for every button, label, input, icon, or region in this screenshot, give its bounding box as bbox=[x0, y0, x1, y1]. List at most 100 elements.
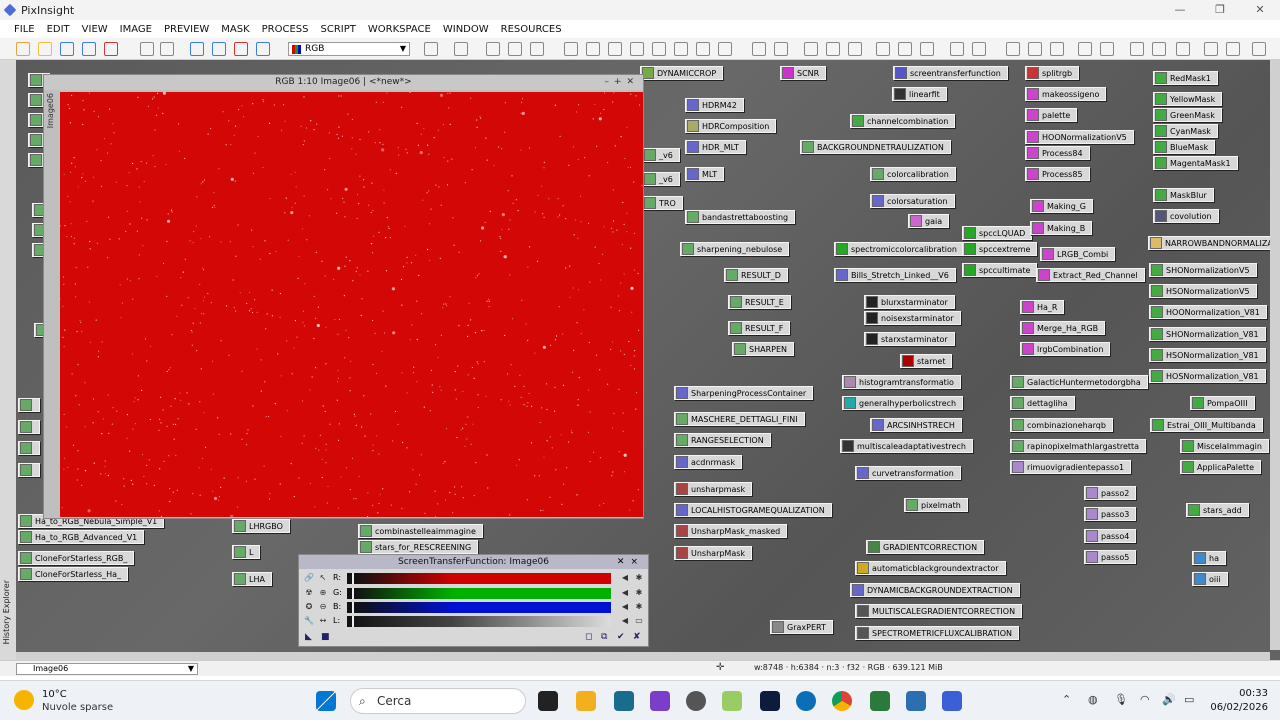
process-icon[interactable]: SHARPEN bbox=[732, 342, 794, 356]
process-icon[interactable]: SCNR bbox=[780, 66, 827, 80]
process-icon[interactable]: MagentaMask1 bbox=[1153, 156, 1238, 170]
side-explorer-strip[interactable]: History Explorer bbox=[0, 60, 16, 660]
process-icon[interactable]: HSONormalization_V81 bbox=[1149, 348, 1266, 362]
global-apply-icon[interactable]: ■ bbox=[321, 632, 330, 642]
process-icon[interactable]: sharpening_nebulose bbox=[680, 242, 790, 256]
process-icon[interactable]: DYNAMICCROP bbox=[640, 66, 724, 80]
toolbar-tool-icon[interactable] bbox=[212, 42, 226, 56]
stf-dialog-controls[interactable]: ✕× bbox=[617, 555, 644, 569]
process-icon[interactable]: colorcalibration bbox=[870, 167, 956, 181]
toolbar-tool-icon[interactable] bbox=[1028, 42, 1042, 56]
menu-resources[interactable]: RESOURCES bbox=[501, 24, 562, 35]
toolbar-tool-icon[interactable] bbox=[696, 42, 710, 56]
stf-row-r[interactable]: R: bbox=[333, 573, 611, 585]
stf-row-g[interactable]: G: bbox=[333, 588, 611, 600]
process-icon[interactable]: RANGESELECTION bbox=[674, 433, 771, 447]
process-icon[interactable]: HSONormalizationV5 bbox=[1149, 284, 1257, 298]
stf-midtone-marker[interactable] bbox=[352, 573, 354, 584]
process-icon[interactable]: SHONormalizationV5 bbox=[1149, 263, 1257, 277]
toolbar-tool-icon[interactable] bbox=[60, 42, 74, 56]
process-icon[interactable]: stars_add bbox=[1186, 503, 1249, 517]
horizontal-scrollbar[interactable] bbox=[16, 652, 1270, 660]
toolbar-tool-icon[interactable] bbox=[1176, 42, 1190, 56]
process-icon[interactable]: linearfit bbox=[892, 87, 947, 101]
toolbar-tool-icon[interactable] bbox=[718, 42, 732, 56]
process-icon[interactable]: unsharpmask bbox=[674, 482, 753, 496]
process-icon[interactable]: Making_G bbox=[1030, 199, 1094, 213]
process-icon[interactable]: CloneForStarless_RGB_ bbox=[18, 551, 135, 565]
process-icon[interactable]: passo4 bbox=[1084, 529, 1137, 543]
toolbar-tool-icon[interactable] bbox=[674, 42, 688, 56]
windows-start-icon[interactable] bbox=[316, 691, 336, 711]
reset-g-icon[interactable]: ◀ bbox=[619, 588, 631, 600]
reset-r-icon[interactable]: ◀ bbox=[619, 573, 631, 585]
settings-r-icon[interactable]: ✱ bbox=[633, 573, 645, 585]
process-icon[interactable]: UnsharpMask_masked bbox=[674, 524, 788, 538]
process-icon[interactable]: palette bbox=[1025, 108, 1078, 122]
maximize-icon[interactable]: ❐ bbox=[1200, 0, 1240, 20]
affinity-icon[interactable] bbox=[650, 691, 670, 711]
process-icon[interactable]: acdnrmask bbox=[674, 455, 743, 469]
stf-bar-g[interactable] bbox=[347, 588, 611, 599]
toolbar-tool-icon[interactable] bbox=[16, 42, 30, 56]
process-icon[interactable]: combinastelleaimmagine bbox=[358, 524, 483, 538]
process-icon[interactable]: LHRGBO bbox=[232, 519, 290, 533]
process-icon[interactable]: Ha_to_RGB_Advanced_V1 bbox=[18, 530, 145, 544]
process-icon[interactable]: spccLQUAD bbox=[962, 226, 1033, 240]
process-icon[interactable]: noisexstarminator bbox=[864, 311, 961, 325]
process-icon[interactable]: generalhyperbolicstrech bbox=[842, 396, 964, 410]
track-view-icon[interactable]: ✪ bbox=[303, 602, 315, 614]
menu-process[interactable]: PROCESS bbox=[262, 24, 309, 35]
toolbar-tool-icon[interactable] bbox=[826, 42, 840, 56]
toolbar-tool-icon[interactable] bbox=[160, 42, 174, 56]
edit-pointer-icon[interactable]: ↖ bbox=[317, 573, 329, 585]
process-icon[interactable]: Process84 bbox=[1025, 146, 1090, 160]
process-icon[interactable]: gaia bbox=[908, 214, 950, 228]
minimize-icon[interactable]: — bbox=[1160, 0, 1200, 20]
app-icon-5[interactable] bbox=[870, 691, 890, 711]
toolbar-tool-icon[interactable] bbox=[1252, 42, 1266, 56]
process-icon[interactable]: Bills_Stretch_Linked__V6 bbox=[834, 268, 956, 282]
process-icon-partial[interactable] bbox=[18, 420, 40, 434]
process-icon[interactable]: ApplicaPalette bbox=[1180, 460, 1262, 474]
history-explorer-tab[interactable]: History Explorer bbox=[2, 580, 11, 644]
process-icon[interactable]: Extract_Red_Channel bbox=[1036, 268, 1145, 282]
toolbar-tool-icon[interactable] bbox=[752, 42, 766, 56]
process-icon[interactable]: bandastrettaboosting bbox=[685, 210, 796, 224]
process-icon[interactable]: MaskBlur bbox=[1153, 188, 1214, 202]
process-icon[interactable]: PompaOIII bbox=[1190, 396, 1255, 410]
process-icon[interactable]: MULTISCALEGRADIENTCORRECTION bbox=[855, 604, 1023, 618]
process-icon[interactable]: RESULT_F bbox=[728, 321, 791, 335]
toolbar-tool-icon[interactable] bbox=[1204, 42, 1218, 56]
process-icon[interactable]: HOONormalization_V81 bbox=[1149, 305, 1267, 319]
toolbar-tool-icon[interactable] bbox=[586, 42, 600, 56]
weather-temperature[interactable]: 10°C bbox=[42, 689, 67, 700]
process-icon[interactable]: MLT bbox=[685, 167, 725, 181]
process-icon[interactable]: ha bbox=[1192, 551, 1226, 565]
cancel-x-icon[interactable]: ✘ bbox=[633, 632, 641, 642]
toolbar-tool-icon[interactable] bbox=[486, 42, 500, 56]
process-icon[interactable]: GreenMask bbox=[1153, 108, 1222, 122]
zoom-in-icon[interactable]: ⊕ bbox=[317, 588, 329, 600]
process-icon[interactable]: Estrai_OIII_Multibanda bbox=[1150, 418, 1263, 432]
real-time-preview-icon[interactable]: ⧉ bbox=[601, 632, 607, 642]
toolbar-tool-icon[interactable] bbox=[972, 42, 986, 56]
process-icon[interactable]: passo2 bbox=[1084, 486, 1137, 500]
process-icon[interactable]: CloneForStarless_Ha_ bbox=[18, 567, 128, 581]
process-icon[interactable]: RedMask1 bbox=[1153, 71, 1218, 85]
app-icon-3[interactable] bbox=[722, 691, 742, 711]
process-icon[interactable]: automaticblackgroundextractor bbox=[855, 561, 1006, 575]
process-icon[interactable]: HDRComposition bbox=[685, 119, 777, 133]
chrome-icon[interactable] bbox=[832, 691, 852, 711]
rgb-channel-select[interactable]: RGB ▼ bbox=[288, 42, 410, 56]
process-icon[interactable]: stars_for_RESCREENING bbox=[358, 540, 479, 554]
process-icon[interactable]: multiscaleadaptativestrech bbox=[840, 439, 973, 453]
pixinsight-taskbar-icon[interactable] bbox=[942, 691, 962, 711]
stf-midtone-marker[interactable] bbox=[352, 616, 354, 627]
vertical-scrollbar[interactable] bbox=[1270, 60, 1280, 650]
wrench-icon[interactable]: 🔧 bbox=[303, 616, 315, 628]
stf-bar-b[interactable] bbox=[347, 602, 611, 613]
menu-preview[interactable]: PREVIEW bbox=[164, 24, 209, 35]
process-icon[interactable]: blurxstarminator bbox=[864, 295, 955, 309]
process-icon[interactable]: ARCSINHSTRECH bbox=[870, 418, 962, 432]
